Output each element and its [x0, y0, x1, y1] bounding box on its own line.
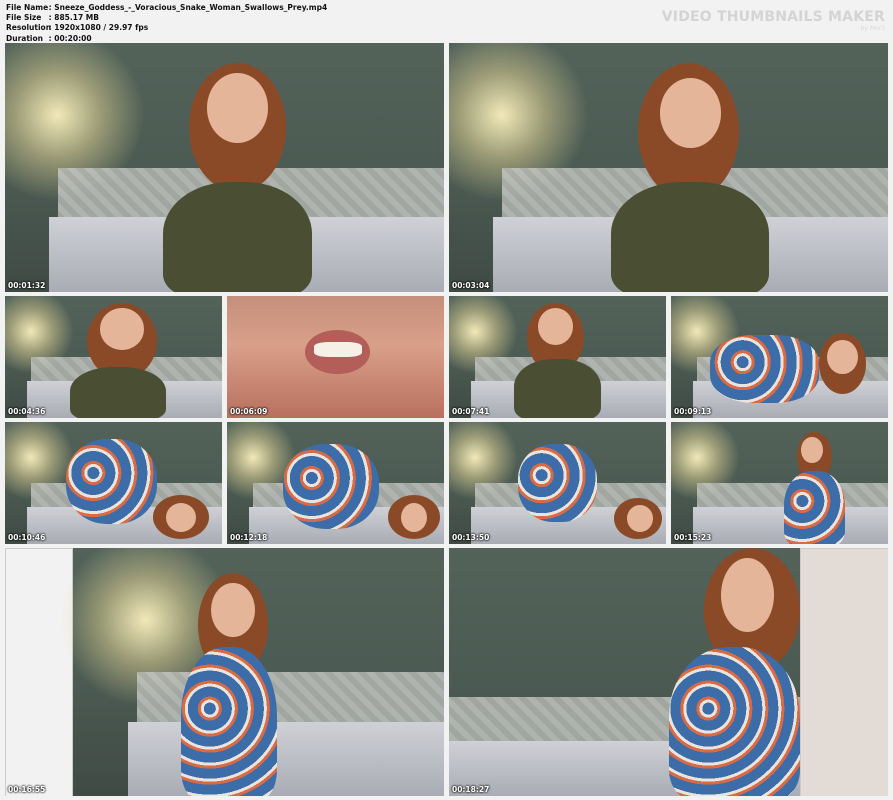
frame-image [671, 422, 888, 544]
thumbnail-7[interactable]: 00:10:46 [5, 422, 222, 544]
thumbnail-3[interactable]: 00:04:36 [5, 296, 222, 418]
frame-image [227, 296, 444, 418]
frame-image [5, 422, 222, 544]
file-size-label: File Size [6, 13, 42, 23]
thumbnail-12[interactable]: 00:18:27 [449, 548, 888, 796]
frame-image [5, 296, 222, 418]
duration-value: : 00:20:00 [48, 33, 92, 43]
timestamp: 00:09:13 [674, 407, 712, 416]
timestamp: 00:12:18 [230, 533, 268, 542]
watermark-byline: by Mor3 [860, 25, 885, 32]
file-size-row: File Size : 885.17 MB [6, 13, 327, 23]
timestamp: 00:10:46 [8, 533, 46, 542]
file-name-label: File Name [6, 3, 49, 12]
file-name-value: : Sneeze_Goddess_-_Voracious_Snake_Woman… [48, 3, 328, 12]
resolution-label: Resolution [6, 23, 52, 33]
timestamp: 00:13:50 [452, 533, 490, 542]
timestamp: 00:16:55 [8, 785, 46, 794]
timestamp: 00:04:36 [8, 407, 46, 416]
thumbnail-1[interactable]: 00:01:32 [5, 43, 444, 292]
watermark-title: VIDEO THUMBNAILS MAKER [661, 9, 885, 25]
thumbnail-10[interactable]: 00:15:23 [671, 422, 888, 544]
thumbnail-2[interactable]: 00:03:04 [449, 43, 888, 292]
timestamp: 00:15:23 [674, 533, 712, 542]
timestamp: 00:18:27 [452, 785, 490, 794]
resolution-value: : 1920x1080 / 29.97 fps [48, 23, 149, 33]
frame-image [449, 43, 888, 292]
frame-image [449, 422, 666, 544]
timestamp: 00:07:41 [452, 407, 490, 416]
frame-image [671, 296, 888, 418]
frame-image [5, 43, 444, 292]
thumbnail-5[interactable]: 00:07:41 [449, 296, 666, 418]
thumbnail-11[interactable]: 00:16:55 [5, 548, 444, 796]
thumbnail-6[interactable]: 00:09:13 [671, 296, 888, 418]
frame-image [449, 548, 888, 796]
thumbnail-9[interactable]: 00:13:50 [449, 422, 666, 544]
timestamp: 00:01:32 [8, 281, 46, 290]
file-metadata: File Name : Sneeze_Goddess_-_Voracious_S… [6, 3, 327, 44]
frame-image [5, 548, 444, 796]
resolution-row: Resolution : 1920x1080 / 29.97 fps [6, 23, 327, 33]
frame-image [449, 296, 666, 418]
frame-image [227, 422, 444, 544]
timestamp: 00:06:09 [230, 407, 268, 416]
info-header: File Name : Sneeze_Goddess_-_Voracious_S… [0, 0, 893, 44]
file-name-row: File Name : Sneeze_Goddess_-_Voracious_S… [6, 3, 327, 13]
thumbnail-4[interactable]: 00:06:09 [227, 296, 444, 418]
thumbnail-8[interactable]: 00:12:18 [227, 422, 444, 544]
timestamp: 00:03:04 [452, 281, 490, 290]
file-size-value: : 885.17 MB [48, 13, 99, 23]
